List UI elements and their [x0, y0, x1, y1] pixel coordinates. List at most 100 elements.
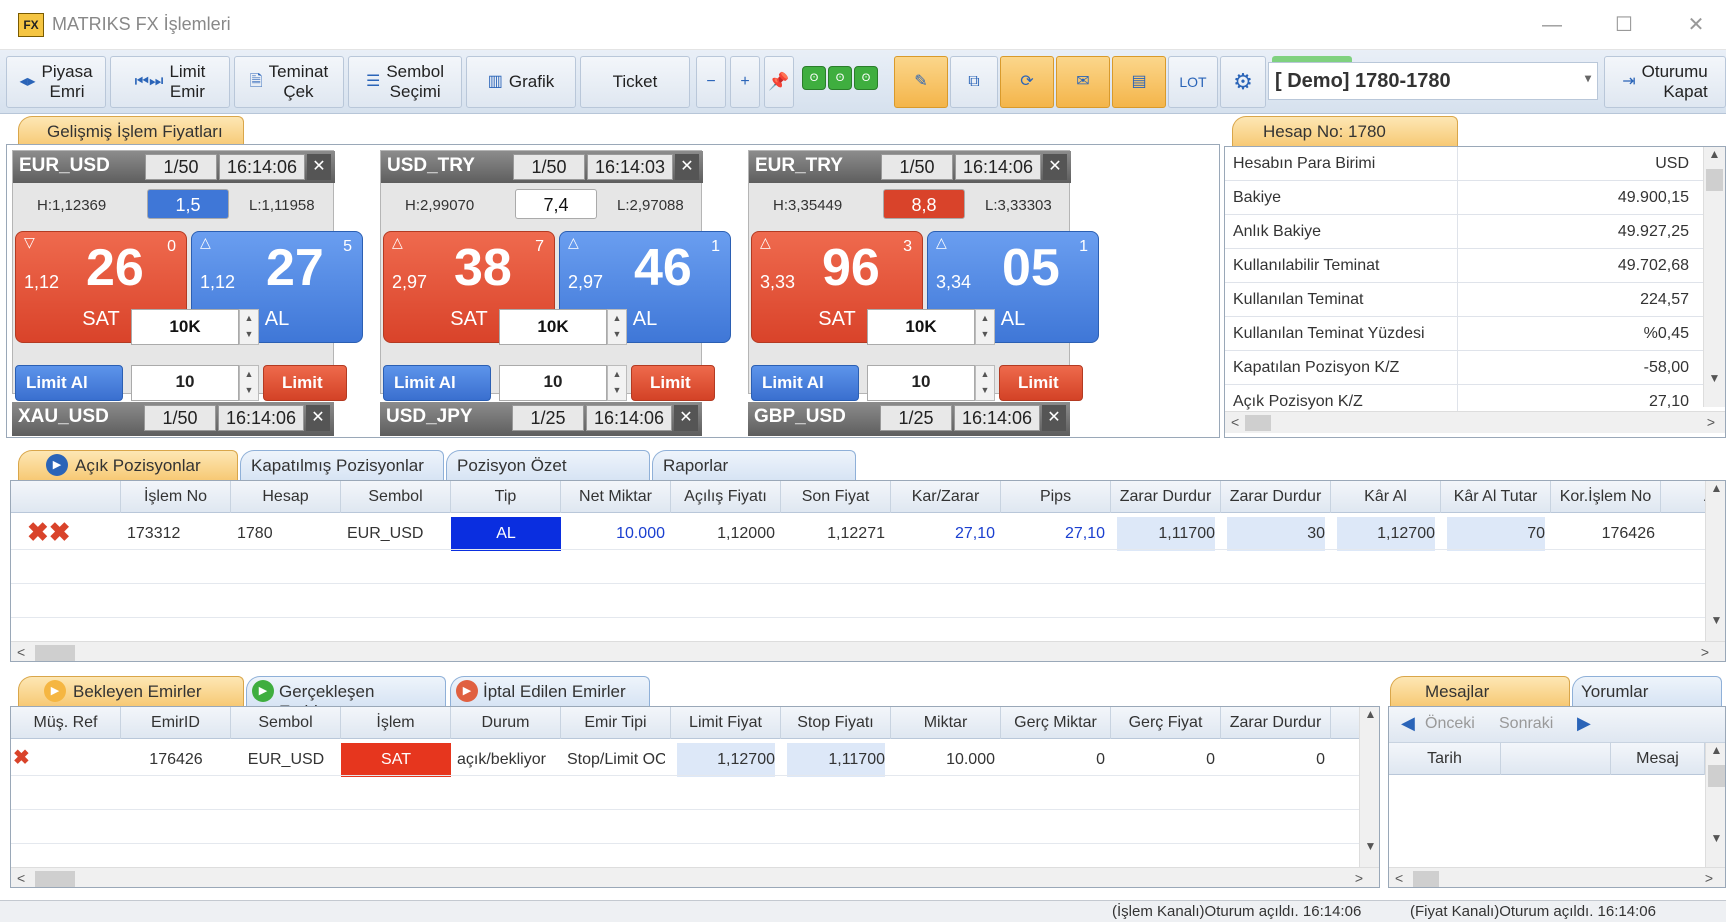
tab-account[interactable]: Hesap No: 1780	[1232, 116, 1458, 146]
order-col-10[interactable]: Gerç Fiyat	[1111, 707, 1221, 739]
close-icon[interactable]: ✕	[1676, 10, 1716, 40]
limit-sell-button[interactable]: Limit Sat	[999, 365, 1083, 426]
positions-vscroll[interactable]: ▲ ▼	[1705, 481, 1725, 641]
settings-button[interactable]: ⚙	[1220, 56, 1266, 108]
order-col-9[interactable]: Gerç Miktar	[1001, 707, 1111, 739]
prev-button[interactable]: Önceki	[1425, 715, 1475, 733]
tab-orders-2[interactable]: İptal Edilen Emirler	[450, 676, 650, 706]
copy-button[interactable]: ⧉	[950, 56, 998, 108]
minimize-icon[interactable]: —	[1532, 10, 1572, 40]
col-4[interactable]: Net Miktar	[561, 481, 671, 513]
tab-positions-2[interactable]: Pozisyon Özet	[446, 450, 650, 480]
limit-quantity-stepper[interactable]: ▲ ▼	[975, 365, 995, 401]
col-9[interactable]: Zarar Durdur	[1111, 481, 1221, 513]
chart-button[interactable]: ▥ Grafik	[466, 56, 576, 108]
order-col-4[interactable]: Durum	[451, 707, 561, 739]
next-button[interactable]: Sonraki	[1499, 715, 1553, 733]
card-close-icon[interactable]: ✕	[675, 154, 699, 180]
order-col-3[interactable]: İşlem	[341, 707, 451, 739]
tab-orders-1[interactable]: Gerçekleşen Emirler	[246, 676, 446, 721]
tab-positions-3[interactable]: Raporlar	[652, 450, 856, 480]
card-close-icon[interactable]: ✕	[307, 154, 331, 180]
limit-quantity-input[interactable]: 10	[131, 365, 239, 401]
card-close-icon[interactable]: ✕	[1042, 405, 1066, 431]
logout-icon: ⇥	[1622, 73, 1636, 90]
messages-hscroll[interactable]: < >	[1389, 867, 1725, 887]
col-0[interactable]: İşlem No	[121, 481, 231, 513]
col-13[interactable]: Kor.İşlem No	[1551, 481, 1661, 513]
card-close-icon[interactable]: ✕	[1043, 154, 1067, 180]
layout-2-icon[interactable]: ʘ	[828, 66, 852, 90]
limit-quantity-input[interactable]: 10	[499, 365, 607, 401]
orders-vscroll[interactable]: ▲ ▼	[1359, 707, 1379, 867]
margin-withdraw-button[interactable]: 🗎 Teminat Çek	[234, 56, 344, 108]
col-1[interactable]: Hesap	[231, 481, 341, 513]
zoom-out-button[interactable]: −	[696, 56, 726, 108]
next-arrow-icon[interactable]: ▶	[1577, 713, 1591, 734]
order-col-6[interactable]: Limit Fiyat	[671, 707, 781, 739]
pin-button[interactable]: 📌	[764, 56, 794, 108]
limit-buy-button[interactable]: Limit Al	[15, 365, 123, 401]
ticket-button[interactable]: Ticket	[580, 56, 690, 108]
close-position-icon[interactable]: ✖✖	[27, 515, 107, 549]
tab-comments[interactable]: Yorumlar	[1572, 676, 1722, 706]
orders-hscroll[interactable]: < >	[11, 867, 1379, 887]
account-select[interactable]: [ Demo] 1780-1780 ▾	[1268, 62, 1598, 100]
card-time: 16:14:06	[586, 405, 672, 431]
col-message[interactable]: Mesaj	[1611, 743, 1705, 775]
order-col-1[interactable]: EmirID	[121, 707, 231, 739]
quantity-stepper[interactable]: ▲ ▼	[607, 309, 627, 345]
col-8[interactable]: Pips	[1001, 481, 1111, 513]
col-3[interactable]: Tip	[451, 481, 561, 513]
calendar-button[interactable]: ▤	[1112, 56, 1166, 108]
order-col-5[interactable]: Emir Tipi	[561, 707, 671, 739]
mail-button[interactable]: ✉	[1056, 56, 1110, 108]
tab-advanced-prices[interactable]: Gelişmiş İşlem Fiyatları	[18, 116, 244, 146]
card-close-icon[interactable]: ✕	[674, 405, 698, 431]
card-close-icon[interactable]: ✕	[306, 405, 330, 431]
limit-sell-button[interactable]: Limit Sat	[263, 365, 347, 426]
quantity-input[interactable]: 10K	[131, 309, 239, 345]
order-col-8[interactable]: Miktar	[891, 707, 1001, 739]
limit-quantity-stepper[interactable]: ▲ ▼	[239, 365, 259, 401]
col-6[interactable]: Son Fiyat	[781, 481, 891, 513]
limit-buy-button[interactable]: Limit Al	[383, 365, 491, 401]
tab-messages[interactable]: Mesajlar	[1390, 676, 1570, 706]
layout-3-icon[interactable]: ʘ	[854, 66, 878, 90]
col-11[interactable]: Kâr Al	[1331, 481, 1441, 513]
refresh-button[interactable]: ⟳	[1000, 56, 1054, 108]
limit-quantity-input[interactable]: 10	[867, 365, 975, 401]
positions-hscroll[interactable]: < >	[11, 641, 1725, 661]
logout-button[interactable]: ⇥ Oturumu Kapat	[1604, 56, 1726, 108]
prev-arrow-icon[interactable]: ◀	[1401, 713, 1415, 734]
col-5[interactable]: Açılış Fiyatı	[671, 481, 781, 513]
limit-order-button[interactable]: ⏮⏭ Limit Emir	[110, 56, 230, 108]
quantity-input[interactable]: 10K	[867, 309, 975, 345]
notes-button[interactable]: ✎	[894, 56, 948, 108]
zoom-in-button[interactable]: +	[730, 56, 760, 108]
order-col-2[interactable]: Sembol	[231, 707, 341, 739]
limit-quantity-stepper[interactable]: ▲ ▼	[607, 365, 627, 401]
order-col-11[interactable]: Zarar Durdur	[1221, 707, 1331, 739]
account-hscroll[interactable]: < >	[1225, 411, 1725, 433]
maximize-icon[interactable]: ☐	[1604, 10, 1644, 40]
quantity-stepper[interactable]: ▲ ▼	[239, 309, 259, 345]
market-order-button[interactable]: ◂▸ Piyasa Emri	[6, 56, 106, 108]
limit-sell-button[interactable]: Limit Sat	[631, 365, 715, 426]
col-12[interactable]: Kâr Al Tutar	[1441, 481, 1551, 513]
messages-vscroll[interactable]: ▲ ▼	[1705, 743, 1725, 867]
layout-1-icon[interactable]: ʘ	[802, 66, 826, 90]
account-scrollbar[interactable]: ▲ ▼	[1703, 147, 1725, 407]
tab-positions-1[interactable]: Kapatılmış Pozisyonlar	[240, 450, 444, 480]
col-10[interactable]: Zarar Durdur	[1221, 481, 1331, 513]
col-2[interactable]: Sembol	[341, 481, 451, 513]
limit-buy-button[interactable]: Limit Al	[751, 365, 859, 401]
symbol-select-button[interactable]: ☰ Sembol Seçimi	[348, 56, 462, 108]
lot-button[interactable]: LOT	[1168, 56, 1218, 108]
col-date[interactable]: Tarih	[1389, 743, 1501, 775]
order-col-0[interactable]: Müş. Ref	[11, 707, 121, 739]
quantity-stepper[interactable]: ▲ ▼	[975, 309, 995, 345]
quantity-input[interactable]: 10K	[499, 309, 607, 345]
col-7[interactable]: Kar/Zarar	[891, 481, 1001, 513]
order-col-7[interactable]: Stop Fiyatı	[781, 707, 891, 739]
